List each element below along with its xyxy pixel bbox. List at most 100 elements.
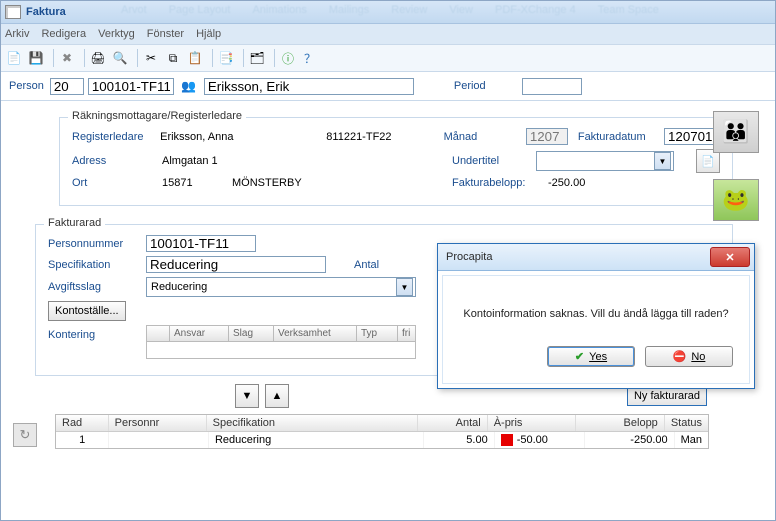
pnr-input[interactable] xyxy=(146,235,256,252)
fbelopp-value: -250.00 xyxy=(548,177,618,189)
paste-icon[interactable]: 📋 xyxy=(186,49,204,67)
regled-pn: 811221-TF22 xyxy=(326,131,443,143)
person-lookup-icon[interactable]: 👥 xyxy=(180,77,198,95)
fbelopp-label: Fakturabelopp: xyxy=(452,177,542,189)
app-icon xyxy=(5,5,21,19)
close-button[interactable]: ✕ xyxy=(710,247,750,267)
period-label: Period xyxy=(454,80,486,92)
avgslag-select[interactable]: Reducering ▼ xyxy=(146,277,416,297)
avgslag-label: Avgiftsslag xyxy=(48,281,140,293)
kontostalle-button[interactable]: Kontoställe... xyxy=(48,301,126,321)
fdatum-label: Fakturadatum xyxy=(578,131,658,143)
h-status[interactable]: Status xyxy=(665,415,708,431)
yes-button[interactable]: ✔ Yes xyxy=(547,346,635,367)
c-pnr xyxy=(109,432,209,448)
h-antal[interactable]: Antal xyxy=(418,415,488,431)
pnr-label: Personnummer xyxy=(48,238,140,250)
table-row[interactable]: 1 Reducering 5.00 -50.00 -250.00 Man xyxy=(56,432,708,448)
h-belopp[interactable]: Belopp xyxy=(576,415,665,431)
h-pnr[interactable]: Personnr xyxy=(109,415,207,431)
period-input[interactable] xyxy=(522,78,582,95)
c-status: Man xyxy=(675,432,708,448)
prev-button[interactable]: ▼ xyxy=(235,384,259,408)
settings-icon[interactable]: 🗂 xyxy=(248,49,266,67)
spec-input[interactable] xyxy=(146,256,326,273)
kontering-label: Kontering xyxy=(48,325,140,341)
confirm-dialog: Procapita ✕ Kontoinformation saknas. Vil… xyxy=(437,243,755,389)
h-rad[interactable]: Rad xyxy=(56,415,109,431)
help-icon[interactable]: ？ xyxy=(301,49,319,67)
ny-fakturarad-button[interactable]: Ny fakturarad xyxy=(627,386,707,406)
person-label: Person xyxy=(9,80,44,92)
new-icon[interactable]: 📄 xyxy=(5,49,23,67)
window-title: Faktura xyxy=(26,6,66,18)
print-icon[interactable]: 🖨 xyxy=(89,49,107,67)
col-ansvar: Ansvar xyxy=(170,326,229,341)
c-apris: -50.00 xyxy=(495,432,585,448)
task-icon[interactable]: 📑 xyxy=(217,49,235,67)
copy-icon[interactable]: ⧉ xyxy=(164,49,182,67)
dialog-title: Procapita xyxy=(446,251,492,263)
menu-redigera[interactable]: Redigera xyxy=(41,28,86,40)
h-apris[interactable]: À-pris xyxy=(488,415,577,431)
family-icon[interactable]: 👪 xyxy=(713,111,759,153)
menu-verktyg[interactable]: Verktyg xyxy=(98,28,135,40)
manad-input xyxy=(526,128,568,145)
col-typ: Typ xyxy=(357,326,398,341)
menu-bar: Arkiv Redigera Verktyg Fönster Hjälp xyxy=(1,24,775,45)
delete-icon[interactable]: ✖ xyxy=(58,49,76,67)
antal-label: Antal xyxy=(354,259,379,271)
table-header: Rad Personnr Specifikation Antal À-pris … xyxy=(56,415,708,432)
dialog-titlebar: Procapita ✕ xyxy=(438,244,754,271)
minus-circle-icon: ⛔ xyxy=(673,350,687,363)
toolbar: 📄 💾 ✖ 🖨 🔍 ✂ ⧉ 📋 📑 🗂 ⓘ ？ xyxy=(1,45,775,72)
adress-value: Almgatan 1 xyxy=(162,155,452,167)
person-id-input[interactable] xyxy=(88,78,174,95)
undertitel-select[interactable]: ▼ xyxy=(536,151,674,171)
info-icon[interactable]: ⓘ xyxy=(279,49,297,67)
kontering-grid-body[interactable] xyxy=(146,342,416,359)
find-icon[interactable]: 🔍 xyxy=(111,49,129,67)
frog-icon[interactable]: 🐸 xyxy=(713,179,759,221)
col-slag: Slag xyxy=(229,326,274,341)
fdatum-input[interactable] xyxy=(664,128,720,145)
person-bar: Person 👥 Period xyxy=(1,72,775,101)
c-belopp: -250.00 xyxy=(585,432,675,448)
c-antal: 5.00 xyxy=(424,432,495,448)
person-name-input[interactable] xyxy=(204,78,414,95)
kontering-grid-header: Ansvar Slag Verksamhet Typ fri xyxy=(146,325,416,342)
col-fri: fri xyxy=(398,326,415,341)
cut-icon[interactable]: ✂ xyxy=(142,49,160,67)
adress-label: Adress xyxy=(72,155,156,167)
menu-hjalp[interactable]: Hjälp xyxy=(196,28,221,40)
c-spec: Reducering xyxy=(209,432,424,448)
ort-name: MÖNSTERBY xyxy=(232,177,452,189)
person-no-input[interactable] xyxy=(50,78,84,95)
regled-label: Registerledare xyxy=(72,131,154,143)
manad-label: Månad xyxy=(444,131,520,143)
ort-code: 15871 xyxy=(162,177,232,189)
rows-table: Rad Personnr Specifikation Antal À-pris … xyxy=(55,414,709,449)
chevron-down-icon: ▼ xyxy=(654,152,671,170)
chevron-down-icon: ▼ xyxy=(396,278,413,296)
menu-arkiv[interactable]: Arkiv xyxy=(5,28,29,40)
menu-fonster[interactable]: Fönster xyxy=(147,28,184,40)
spec-label: Specifikation xyxy=(48,259,140,271)
regled-name: Eriksson, Anna xyxy=(160,131,326,143)
register-legend: Räkningsmottagare/Registerledare xyxy=(68,110,246,122)
undertitel-label: Undertitel xyxy=(452,155,530,167)
register-group: Räkningsmottagare/Registerledare Registe… xyxy=(59,117,733,206)
next-button[interactable]: ▲ xyxy=(265,384,289,408)
red-square-icon xyxy=(501,434,513,446)
no-button[interactable]: ⛔ No xyxy=(645,346,733,367)
col-verksamhet: Verksamhet xyxy=(274,326,357,341)
c-rad: 1 xyxy=(56,432,109,448)
avgslag-value: Reducering xyxy=(151,281,207,293)
ort-label: Ort xyxy=(72,177,156,189)
fakturarad-legend: Fakturarad xyxy=(44,217,105,229)
check-icon: ✔ xyxy=(575,350,584,363)
h-spec[interactable]: Specifikation xyxy=(207,415,418,431)
background-tabs: ArvotPage LayoutAnimationsMailingsReview… xyxy=(121,4,767,20)
refresh-button[interactable]: ↻ xyxy=(13,423,37,447)
save-icon[interactable]: 💾 xyxy=(27,49,45,67)
